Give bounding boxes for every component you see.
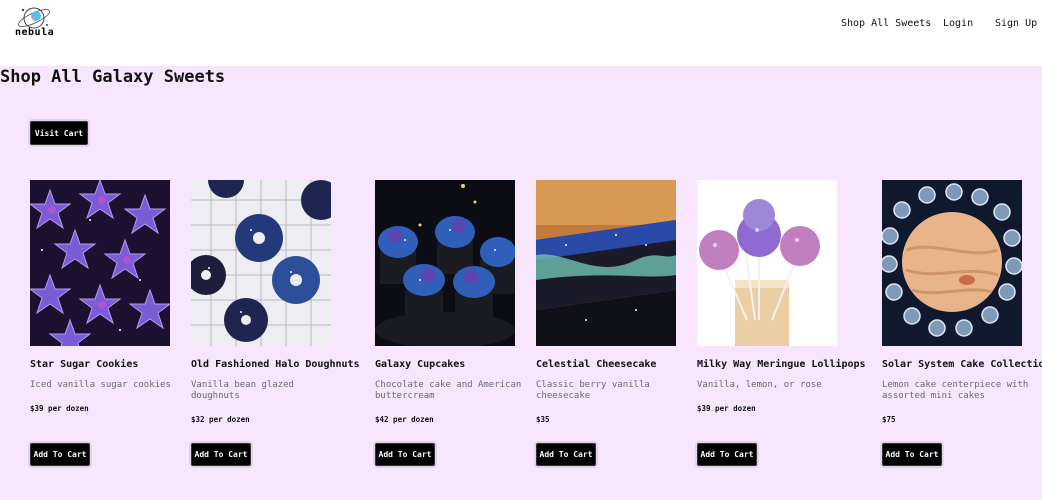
product-image-celestial-cheesecake[interactable]: [536, 180, 676, 346]
product-description: Vanilla, lemon, or rose: [697, 380, 822, 390]
product-image-meringue-lollipops[interactable]: [697, 180, 837, 346]
add-to-cart-button[interactable]: Add To Cart: [536, 443, 596, 466]
add-to-cart-button[interactable]: Add To Cart: [30, 443, 90, 466]
product-description: Classic berry vanilla cheesecake: [536, 380, 650, 401]
add-to-cart-button[interactable]: Add To Cart: [882, 443, 942, 466]
halo-doughnuts-image: [191, 180, 331, 346]
product-description: Vanilla bean glazed doughnuts: [191, 380, 294, 401]
product-price: $75: [882, 415, 896, 424]
page-title: Shop All Galaxy Sweets: [0, 67, 226, 87]
product-name[interactable]: Celestial Cheesecake: [536, 359, 656, 370]
product-card: Milky Way Meringue Lollipops Vanilla, le…: [697, 180, 866, 480]
product-image-halo-doughnuts[interactable]: [191, 180, 331, 346]
product-price: $32 per dozen: [191, 415, 250, 424]
product-name[interactable]: Star Sugar Cookies: [30, 359, 138, 370]
product-image-star-cookies[interactable]: [30, 180, 170, 346]
product-description: Chocolate cake and American buttercream: [375, 380, 522, 401]
product-name[interactable]: Old Fashioned Halo Doughnuts: [191, 359, 360, 370]
product-image-galaxy-cupcakes[interactable]: [375, 180, 515, 346]
nav-sign-up[interactable]: Sign Up: [995, 18, 1037, 29]
product-price: $35: [536, 415, 550, 424]
celestial-cheesecake-image: [536, 180, 676, 346]
product-name[interactable]: Solar System Cake Collection: [882, 359, 1042, 370]
product-card: Old Fashioned Halo Doughnuts Vanilla bea…: [191, 180, 360, 480]
add-to-cart-button[interactable]: Add To Cart: [375, 443, 435, 466]
site-header: nebula Shop All Sweets Login Sign Up: [0, 0, 1042, 66]
product-description: Iced vanilla sugar cookies: [30, 380, 171, 390]
nav-login[interactable]: Login: [943, 18, 973, 29]
product-name[interactable]: Milky Way Meringue Lollipops: [697, 359, 866, 370]
product-image-solar-system-cake[interactable]: [882, 180, 1022, 346]
product-price: $39 per dozen: [697, 404, 756, 413]
meringue-lollipops-image: [697, 180, 837, 346]
product-card: Celestial Cheesecake Classic berry vanil…: [536, 180, 686, 480]
product-card: Galaxy Cupcakes Chocolate cake and Ameri…: [375, 180, 525, 480]
product-description: Lemon cake centerpiece with assorted min…: [882, 380, 1029, 401]
visit-cart-button[interactable]: Visit Cart: [30, 121, 88, 145]
star-cookies-image: [30, 180, 170, 346]
nav-shop-all-sweets[interactable]: Shop All Sweets: [841, 18, 931, 29]
brand-name: nebula: [15, 27, 55, 38]
shop-main: Shop All Galaxy Sweets Visit Cart Star S…: [0, 66, 1042, 500]
product-price: $42 per dozen: [375, 415, 434, 424]
galaxy-cupcakes-image: [375, 180, 515, 346]
add-to-cart-button[interactable]: Add To Cart: [191, 443, 251, 466]
product-card: Star Sugar Cookies Iced vanilla sugar co…: [30, 180, 180, 480]
add-to-cart-button[interactable]: Add To Cart: [697, 443, 757, 466]
product-card: Solar System Cake Collection Lemon cake …: [882, 180, 1042, 480]
product-name[interactable]: Galaxy Cupcakes: [375, 359, 465, 370]
product-price: $39 per dozen: [30, 404, 89, 413]
solar-system-cake-image: [882, 180, 1022, 346]
